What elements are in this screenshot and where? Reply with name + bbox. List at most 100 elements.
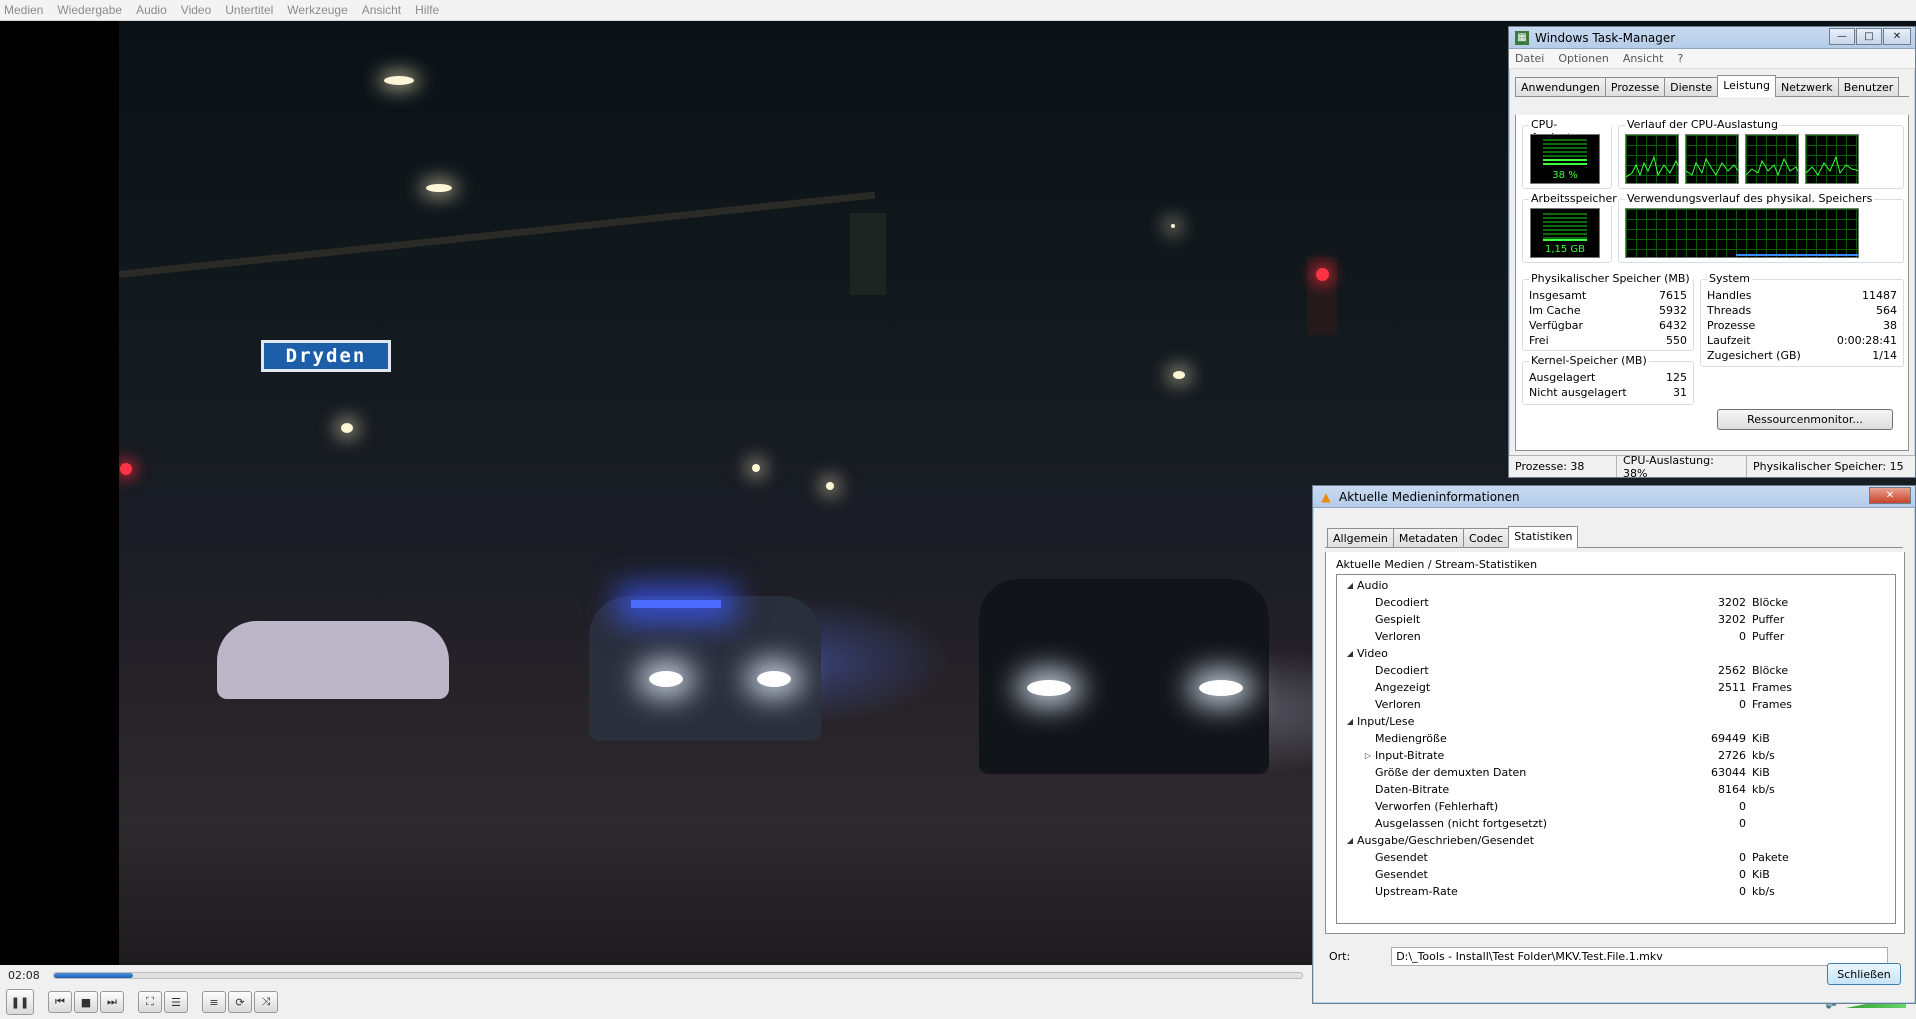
menu-item-ansicht[interactable]: Ansicht xyxy=(362,3,401,17)
next-button[interactable]: ⏭ xyxy=(100,991,124,1013)
kernel-memory-label: Kernel-Speicher (MB) xyxy=(1529,354,1649,367)
seek-slider[interactable] xyxy=(53,971,1303,979)
menu-item-video[interactable]: Video xyxy=(181,3,211,17)
tree-item[interactable]: Größe der demuxten Daten 63044 KiB xyxy=(1337,764,1895,781)
memory-history-label: Verwendungsverlauf des physikal. Speiche… xyxy=(1625,192,1875,205)
tree-group[interactable]: ◢ Input/Lese xyxy=(1337,713,1895,730)
media-info-window[interactable]: ▲ Aktuelle Medieninformationen ✕ Allgeme… xyxy=(1312,485,1916,1004)
tree-item[interactable]: Decodiert 2562 Blöcke xyxy=(1337,662,1895,679)
menu-item-werkzeuge[interactable]: Werkzeuge xyxy=(287,3,347,17)
close-dialog-button[interactable]: Schließen xyxy=(1827,963,1901,985)
task-manager-titlebar[interactable]: ▦ Windows Task-Manager — □ ✕ xyxy=(1509,27,1915,49)
pause-icon: ❚❚ xyxy=(10,995,30,1009)
tab-dienste[interactable]: Dienste xyxy=(1664,77,1719,96)
tree-item[interactable]: Mediengröße 69449 KiB xyxy=(1337,730,1895,747)
elapsed-time: 02:08 xyxy=(8,968,40,982)
tab-anwendungen[interactable]: Anwendungen xyxy=(1515,77,1606,96)
system-row: Handles 11487 xyxy=(1707,288,1897,303)
tree-item[interactable]: Verworfen (Fehlerhaft) 0 xyxy=(1337,798,1895,815)
stop-button[interactable]: ■ xyxy=(74,991,98,1013)
kernel-memory-value: 31 xyxy=(1673,386,1687,399)
maximize-button[interactable]: □ xyxy=(1856,28,1882,45)
location-field[interactable]: D:\_Tools - Install\Test Folder\MKV.Test… xyxy=(1391,947,1889,966)
distant-light xyxy=(826,482,834,490)
statistics-panel: Aktuelle Medien / Stream-Statistiken ◢ Au… xyxy=(1325,552,1905,934)
tree-item-label: Gesendet xyxy=(1375,851,1428,864)
collapsed-triangle-icon[interactable]: ▷ xyxy=(1361,751,1375,760)
tree-item[interactable]: Gesendet 0 KiB xyxy=(1337,866,1895,883)
tree-group[interactable]: ◢ Audio xyxy=(1337,577,1895,594)
extended-settings-button[interactable]: ☰ xyxy=(164,991,188,1013)
resource-monitor-button[interactable]: Ressourcenmonitor... xyxy=(1717,409,1893,430)
close-icon: ✕ xyxy=(1885,490,1895,501)
tab-benutzer[interactable]: Benutzer xyxy=(1837,77,1900,96)
expanded-triangle-icon[interactable]: ◢ xyxy=(1343,581,1357,590)
menu-item-wiedergabe[interactable]: Wiedergabe xyxy=(57,3,122,17)
tab-codec[interactable]: Codec xyxy=(1463,528,1510,547)
tree-item[interactable]: Angezeigt 2511 Frames xyxy=(1337,679,1895,696)
expanded-triangle-icon[interactable]: ◢ xyxy=(1343,649,1357,658)
media-info-titlebar[interactable]: ▲ Aktuelle Medieninformationen ✕ xyxy=(1313,486,1915,508)
tree-item-label: Upstream-Rate xyxy=(1375,885,1458,898)
cpu-usage-group: CPU-Auslastung 38 % xyxy=(1522,118,1612,189)
expanded-triangle-icon[interactable]: ◢ xyxy=(1343,836,1357,845)
tree-item-value: 0 xyxy=(1739,698,1746,711)
menu-item-datei[interactable]: Datei xyxy=(1515,52,1544,65)
tree-item[interactable]: Gesendet 0 Pakete xyxy=(1337,849,1895,866)
tree-item[interactable]: Verloren 0 Frames xyxy=(1337,696,1895,713)
memory-group: Arbeitsspeicher 1,15 GB xyxy=(1522,192,1619,263)
tab-prozesse[interactable]: Prozesse xyxy=(1604,77,1666,96)
menu-item-?[interactable]: ? xyxy=(1677,52,1683,65)
task-manager-window[interactable]: ▦ Windows Task-Manager — □ ✕ Datei Option… xyxy=(1508,26,1916,480)
skip-back-icon: ⏮ xyxy=(55,995,65,1008)
menu-item-audio[interactable]: Audio xyxy=(136,3,167,17)
tree-item[interactable]: Verloren 0 Puffer xyxy=(1337,628,1895,645)
fullscreen-button[interactable]: ⛶ xyxy=(138,991,162,1013)
tab-leistung[interactable]: Leistung xyxy=(1717,75,1776,97)
tree-item-unit: KiB xyxy=(1752,868,1770,881)
tab-netzwerk[interactable]: Netzwerk xyxy=(1774,77,1839,96)
tree-item[interactable]: Decodiert 3202 Blöcke xyxy=(1337,594,1895,611)
tab-metadaten[interactable]: Metadaten xyxy=(1392,528,1464,547)
expanded-triangle-icon[interactable]: ◢ xyxy=(1343,717,1357,726)
menu-item-untertitel[interactable]: Untertitel xyxy=(225,3,273,17)
kernel-memory-values: Ausgelagert 125 Nicht ausgelagert 31 xyxy=(1529,370,1687,400)
tree-item[interactable]: Ausgelassen (nicht fortgesetzt) 0 xyxy=(1337,815,1895,832)
task-manager-menu: Datei Optionen Ansicht? xyxy=(1509,49,1915,69)
menu-item-optionen[interactable]: Optionen xyxy=(1558,52,1608,65)
tree-item[interactable]: Daten-Bitrate 8164 kb/s xyxy=(1337,781,1895,798)
tree-item[interactable]: ▷ Input-Bitrate 2726 kb/s xyxy=(1337,747,1895,764)
playlist-button[interactable]: ≡ xyxy=(202,991,226,1013)
physical-memory-key: Verfügbar xyxy=(1529,319,1584,332)
minimize-icon: — xyxy=(1837,31,1847,42)
pause-button[interactable]: ❚❚ xyxy=(6,989,34,1015)
vlc-cone-icon: ▲ xyxy=(1321,489,1331,504)
statistics-tree[interactable]: ◢ Audio Decodiert 3202 Blöcke Gespielt 3202 Puf… xyxy=(1336,574,1896,924)
tree-item[interactable]: Upstream-Rate 0 kb/s xyxy=(1337,883,1895,900)
tree-item-label: Input-Bitrate xyxy=(1375,749,1445,762)
tab-statistiken[interactable]: Statistiken xyxy=(1508,526,1579,548)
loop-button[interactable]: ⟳ xyxy=(228,991,252,1013)
cpu-history-graph-core-3 xyxy=(1745,134,1799,184)
tree-item-unit: Blöcke xyxy=(1752,596,1789,609)
shuffle-button[interactable]: ⤨ xyxy=(254,991,278,1013)
menu-item-ansicht[interactable]: Ansicht xyxy=(1623,52,1664,65)
system-key: Laufzeit xyxy=(1707,334,1751,347)
system-label: System xyxy=(1707,272,1753,285)
menu-item-medien[interactable]: Medien xyxy=(4,3,43,17)
close-button[interactable]: ✕ xyxy=(1869,487,1911,504)
tree-item-unit: Frames xyxy=(1752,681,1793,694)
tree-item-value: 63044 xyxy=(1711,766,1746,779)
tree-group[interactable]: ◢ Ausgabe/Geschrieben/Gesendet xyxy=(1337,832,1895,849)
minimize-button[interactable]: — xyxy=(1829,28,1855,45)
tree-item-value: 0 xyxy=(1739,851,1746,864)
menu-item-hilfe[interactable]: Hilfe xyxy=(415,3,439,17)
equalizer-icon: ☰ xyxy=(171,995,181,1009)
tree-group[interactable]: ◢ Video xyxy=(1337,645,1895,662)
red-signal-light xyxy=(1316,268,1329,281)
close-button[interactable]: ✕ xyxy=(1883,28,1911,45)
distant-light xyxy=(752,464,760,472)
previous-button[interactable]: ⏮ xyxy=(48,991,72,1013)
tree-item[interactable]: Gespielt 3202 Puffer xyxy=(1337,611,1895,628)
tab-allgemein[interactable]: Allgemein xyxy=(1327,528,1394,547)
